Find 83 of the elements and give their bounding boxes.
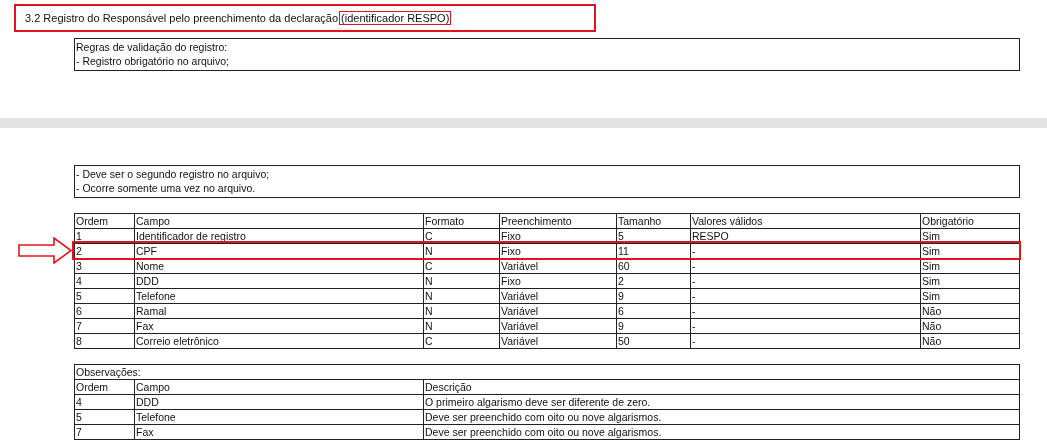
table-cell: Variável (499, 258, 616, 273)
column-header: Preenchimento (499, 213, 616, 228)
table-cell: Deve ser preenchido com oito ou nove algarismos. (423, 424, 1019, 439)
rule-text: Regras de validação do registro: (76, 40, 229, 54)
table-cell: 60 (616, 258, 690, 273)
column-header: Formato (423, 213, 499, 228)
table-cell: 6 (74, 303, 134, 318)
table-cell: - (690, 303, 920, 318)
table-cell: DDD (134, 273, 423, 288)
table-cell: Não (920, 333, 1020, 348)
table-cell: 2 (616, 273, 690, 288)
table-cell: 2 (74, 243, 134, 258)
table-cell: 4 (74, 273, 134, 288)
table-cell: 4 (74, 394, 134, 409)
table-cell: Variável (499, 333, 616, 348)
column-header: Descrição (423, 379, 1019, 394)
table-cell: Sim (920, 243, 1020, 258)
table-cell: Deve ser preenchido com oito ou nove algarismos. (423, 409, 1019, 424)
table-cell: Fixo (499, 243, 616, 258)
table-cell: C (423, 333, 499, 348)
table-cell: 5 (74, 409, 134, 424)
table-cell: Fixo (499, 228, 616, 243)
column-header: Campo (134, 213, 423, 228)
table-cell: O primeiro algarismo deve ser diferente de zero. (423, 394, 1019, 409)
table-cell: Telefone (134, 409, 423, 424)
table-cell: Não (920, 318, 1020, 333)
table-cell: DDD (134, 394, 423, 409)
table-cell: RESPO (690, 228, 920, 243)
table-cell: 8 (74, 333, 134, 348)
table-cell: - (690, 273, 920, 288)
table-cell: Fax (134, 424, 423, 439)
column-header: Ordem (74, 213, 134, 228)
table-cell: - (690, 243, 920, 258)
table-cell: - (690, 288, 920, 303)
table-cell: Sim (920, 258, 1020, 273)
table-cell: Fixo (499, 273, 616, 288)
table-cell: 6 (616, 303, 690, 318)
table-cell: N (423, 318, 499, 333)
table-cell: 7 (74, 424, 134, 439)
column-header: Obrigatório (920, 213, 1020, 228)
table-cell: 9 (616, 288, 690, 303)
table-cell: Sim (920, 273, 1020, 288)
table-cell: 1 (74, 228, 134, 243)
table-cell: Variável (499, 303, 616, 318)
table-cell: Ramal (134, 303, 423, 318)
note-text: - Deve ser o segundo registro no arquivo; (76, 167, 271, 181)
table-cell: Variável (499, 288, 616, 303)
table-cell: C (423, 228, 499, 243)
table-cell: Telefone (134, 288, 423, 303)
table-cell: Sim (920, 288, 1020, 303)
note-text: - Ocorre somente uma vez no arquivo. (76, 181, 257, 195)
table-cell: Identificador de registro (134, 228, 423, 243)
table-cell: 5 (74, 288, 134, 303)
table-cell: - (690, 318, 920, 333)
table-title: Observações: (74, 364, 1019, 379)
table-cell: - (690, 333, 920, 348)
table-cell: Fax (134, 318, 423, 333)
table-cell: 5 (616, 228, 690, 243)
table-cell: Nome (134, 258, 423, 273)
table-cell: Variável (499, 318, 616, 333)
table-cell: Sim (920, 228, 1020, 243)
column-header: Campo (134, 379, 423, 394)
table-cell: N (423, 273, 499, 288)
section-title: 3.2 Registro do Responsável pelo preenchimento da declaração (25, 12, 339, 24)
column-header: Valores válidos (690, 213, 920, 228)
table-cell: N (423, 303, 499, 318)
table-cell: - (690, 258, 920, 273)
table-cell: 3 (74, 258, 134, 273)
table-cell: 50 (616, 333, 690, 348)
table-cell: CPF (134, 243, 423, 258)
identifier-label: (identificador RESPO) (339, 11, 452, 25)
column-header: Ordem (74, 379, 134, 394)
table-cell: N (423, 288, 499, 303)
column-header: Tamanho (616, 213, 690, 228)
table-cell: N (423, 243, 499, 258)
table-cell: 11 (616, 243, 690, 258)
table-cell: 9 (616, 318, 690, 333)
table-cell: Não (920, 303, 1020, 318)
table-cell: C (423, 258, 499, 273)
rule-text: - Registro obrigatório no arquivo; (76, 54, 230, 68)
table-cell: Correio eletrônico (134, 333, 423, 348)
arrow-icon (18, 237, 72, 264)
table-cell: 7 (74, 318, 134, 333)
